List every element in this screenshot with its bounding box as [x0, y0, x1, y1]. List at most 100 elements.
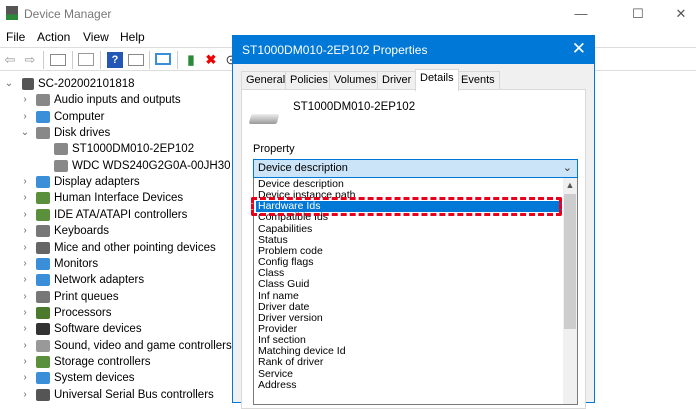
device-category-icon	[36, 94, 50, 107]
chevron-right-icon[interactable]: ›	[20, 338, 30, 354]
device-category-icon	[36, 225, 50, 238]
chevron-right-icon[interactable]: ›	[20, 321, 30, 337]
separator	[100, 51, 101, 69]
tree-root-label: SC-202002101818	[38, 78, 135, 90]
properties-dialog: ST1000DM010-2EP102 Properties ✕ General …	[232, 35, 595, 409]
tree-item-label: Display adapters	[54, 176, 140, 189]
tree-item-label: Monitors	[54, 257, 99, 270]
close-button[interactable]: ✕	[658, 0, 696, 28]
tab-events[interactable]: Events	[456, 71, 500, 90]
menu-file[interactable]: File	[6, 30, 25, 44]
chevron-down-icon: ⌄	[562, 162, 572, 174]
property-option[interactable]: Capabilities	[256, 223, 562, 235]
tree-item-label: Processors	[54, 306, 112, 319]
device-category-icon	[36, 241, 50, 254]
device-category-icon	[36, 127, 50, 140]
update-driver-icon[interactable]: ▮	[183, 52, 199, 68]
menu-help[interactable]: Help	[120, 30, 145, 44]
property-label: Property	[253, 143, 295, 155]
property-option[interactable]: Driver version	[256, 312, 562, 324]
tab-driver[interactable]: Driver	[377, 71, 417, 90]
device-manager-icon	[6, 6, 18, 20]
back-icon[interactable]: ⇦	[2, 52, 18, 68]
minimize-button[interactable]: —	[558, 0, 604, 28]
uninstall-icon[interactable]: ✖	[203, 52, 219, 68]
property-option[interactable]: Config flags	[256, 256, 562, 268]
show-hide-console-tree-icon[interactable]	[50, 54, 66, 66]
help-icon[interactable]: ?	[107, 52, 123, 68]
tree-item-label: Universal Serial Bus controllers	[54, 388, 214, 401]
tree-item-label: Sound, video and game controllers	[54, 339, 232, 352]
tree-item-label: System devices	[54, 372, 135, 385]
chevron-right-icon[interactable]: ›	[20, 256, 30, 272]
list-scrollbar[interactable]: ▲	[563, 178, 577, 404]
chevron-right-icon[interactable]: ›	[20, 109, 30, 125]
property-option[interactable]: Service	[256, 368, 562, 380]
maximize-button[interactable]: ☐	[615, 0, 661, 28]
chevron-right-icon[interactable]: ›	[20, 207, 30, 223]
device-category-icon	[36, 290, 50, 303]
chevron-right-icon[interactable]: ›	[20, 240, 30, 256]
separator	[43, 51, 44, 69]
chevron-right-icon[interactable]: ›	[20, 289, 30, 305]
chevron-right-icon[interactable]: ›	[20, 387, 30, 403]
tree-item-label: Mice and other pointing devices	[54, 241, 216, 254]
property-option[interactable]: Address	[256, 379, 562, 391]
chevron-right-icon[interactable]: ›	[20, 223, 30, 239]
property-dropdown[interactable]: Device description ⌄	[253, 159, 578, 178]
device-category-icon	[36, 355, 50, 368]
chevron-down-icon[interactable]: ⌄	[4, 76, 14, 92]
chevron-right-icon[interactable]: ›	[20, 92, 30, 108]
separator	[149, 51, 150, 69]
dialog-title-bar: ST1000DM010-2EP102 Properties ✕	[233, 36, 594, 64]
scan-hardware-icon[interactable]	[155, 53, 171, 65]
device-category-icon	[36, 323, 50, 336]
device-category-icon	[36, 257, 50, 270]
property-option[interactable]: Rank of driver	[256, 357, 562, 368]
separator	[72, 51, 73, 69]
disk-drive-icon	[248, 114, 280, 124]
chevron-down-icon[interactable]: ⌄	[20, 125, 30, 141]
scroll-up-icon[interactable]: ▲	[563, 178, 577, 192]
menu-action[interactable]: Action	[37, 30, 70, 44]
chevron-right-icon[interactable]: ›	[20, 272, 30, 288]
menu-view[interactable]: View	[83, 30, 109, 44]
forward-icon[interactable]: ⇨	[22, 52, 38, 68]
tree-item-label: Disk drives	[54, 127, 111, 140]
separator	[177, 51, 178, 69]
chevron-right-icon[interactable]: ›	[20, 370, 30, 386]
chevron-right-icon[interactable]: ›	[20, 174, 30, 190]
device-category-icon	[36, 388, 50, 401]
tab-general[interactable]: General	[241, 71, 291, 90]
device-category-icon	[36, 176, 50, 189]
tree-item-label: Keyboards	[54, 225, 109, 238]
properties-icon[interactable]	[78, 53, 94, 66]
property-option[interactable]: Inf name	[256, 290, 562, 302]
tree-item-label: Print queues	[54, 290, 119, 303]
device-category-icon	[36, 208, 50, 221]
computer-icon	[22, 78, 34, 90]
chevron-right-icon[interactable]: ›	[20, 190, 30, 206]
tree-item-label: Software devices	[54, 323, 142, 336]
tree-item-label: Network adapters	[54, 274, 145, 287]
tree-item-label: IDE ATA/ATAPI controllers	[54, 208, 188, 221]
tree-item-label: Audio inputs and outputs	[54, 94, 181, 107]
scroll-thumb[interactable]	[564, 194, 576, 329]
chevron-right-icon[interactable]: ›	[20, 354, 30, 370]
chevron-right-icon[interactable]: ›	[20, 305, 30, 321]
device-category-icon	[36, 372, 50, 385]
device-category-icon	[36, 274, 50, 287]
tree-item-label: WDC WDS240G2G0A-00JH30	[72, 159, 231, 172]
property-option[interactable]: Class Guid	[256, 279, 562, 290]
device-category-icon	[36, 306, 50, 319]
tab-policies[interactable]: Policies	[285, 71, 333, 90]
device-category-icon	[36, 192, 50, 205]
tab-volumes[interactable]: Volumes	[329, 71, 382, 90]
dialog-close-button[interactable]: ✕	[572, 39, 586, 59]
action-pane-icon[interactable]	[128, 54, 144, 66]
title-bar: Device Manager — ☐ ✕	[0, 0, 696, 28]
highlight-annotation	[251, 197, 562, 216]
tab-details[interactable]: Details	[415, 69, 459, 91]
device-category-icon	[36, 339, 50, 352]
dialog-title: ST1000DM010-2EP102 Properties	[242, 43, 428, 57]
